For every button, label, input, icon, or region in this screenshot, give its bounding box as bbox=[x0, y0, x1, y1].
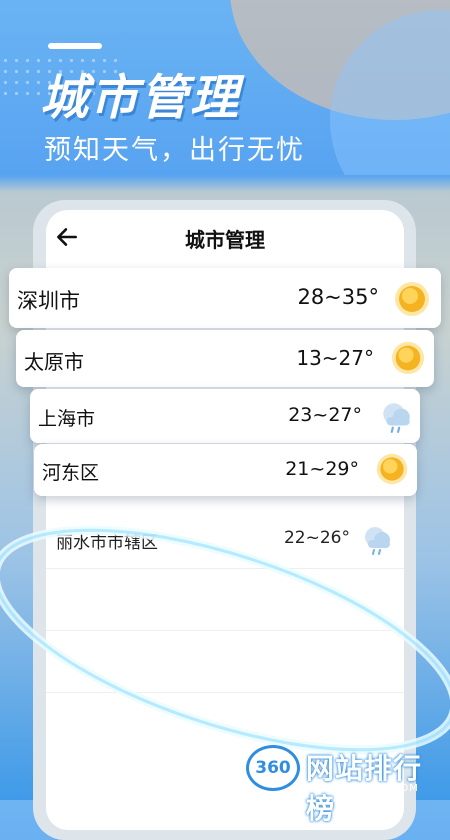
divider bbox=[46, 692, 404, 693]
nav-bar: 城市管理 bbox=[46, 210, 404, 266]
city-temperature: 23~27° bbox=[288, 404, 362, 426]
city-row[interactable]: 丽水市市辖区 22~26° bbox=[46, 510, 404, 568]
watermark: 360 网站排行榜 WANGZHAN360.COM bbox=[246, 743, 446, 825]
page-title: 城市管理 bbox=[185, 228, 265, 252]
city-temperature: 13~27° bbox=[296, 346, 374, 370]
city-name: 丽水市市辖区 bbox=[56, 533, 158, 553]
watermark-url: WANGZHAN360.COM bbox=[298, 783, 419, 794]
decor-dash bbox=[48, 43, 102, 49]
city-temperature: 28~35° bbox=[297, 285, 379, 309]
city-name: 深圳市 bbox=[17, 289, 80, 313]
sunny-icon bbox=[395, 282, 429, 316]
city-name: 上海市 bbox=[38, 408, 96, 430]
hero-title: 城市管理 bbox=[40, 70, 241, 126]
city-name: 太原市 bbox=[24, 350, 84, 374]
rain-cloud-icon bbox=[365, 527, 390, 555]
city-card[interactable]: 上海市 23~27° bbox=[30, 389, 420, 443]
watermark-logo: 360 bbox=[246, 745, 300, 791]
sunny-icon bbox=[391, 341, 425, 375]
rain-cloud-icon bbox=[383, 403, 410, 433]
divider bbox=[46, 568, 404, 569]
city-name: 河东区 bbox=[42, 462, 100, 484]
sunny-icon bbox=[376, 453, 408, 485]
divider bbox=[46, 630, 404, 631]
city-temperature: 21~29° bbox=[285, 458, 359, 480]
hero-subtitle: 预知天气，出行无忧 bbox=[44, 135, 305, 166]
city-card[interactable]: 太原市 13~27° bbox=[16, 330, 434, 387]
city-temperature: 22~26° bbox=[283, 528, 350, 548]
city-card[interactable]: 深圳市 28~35° bbox=[9, 268, 441, 328]
city-card[interactable]: 河东区 21~29° bbox=[34, 444, 417, 496]
hero-banner: 城市管理 预知天气，出行无忧 bbox=[0, 0, 450, 175]
